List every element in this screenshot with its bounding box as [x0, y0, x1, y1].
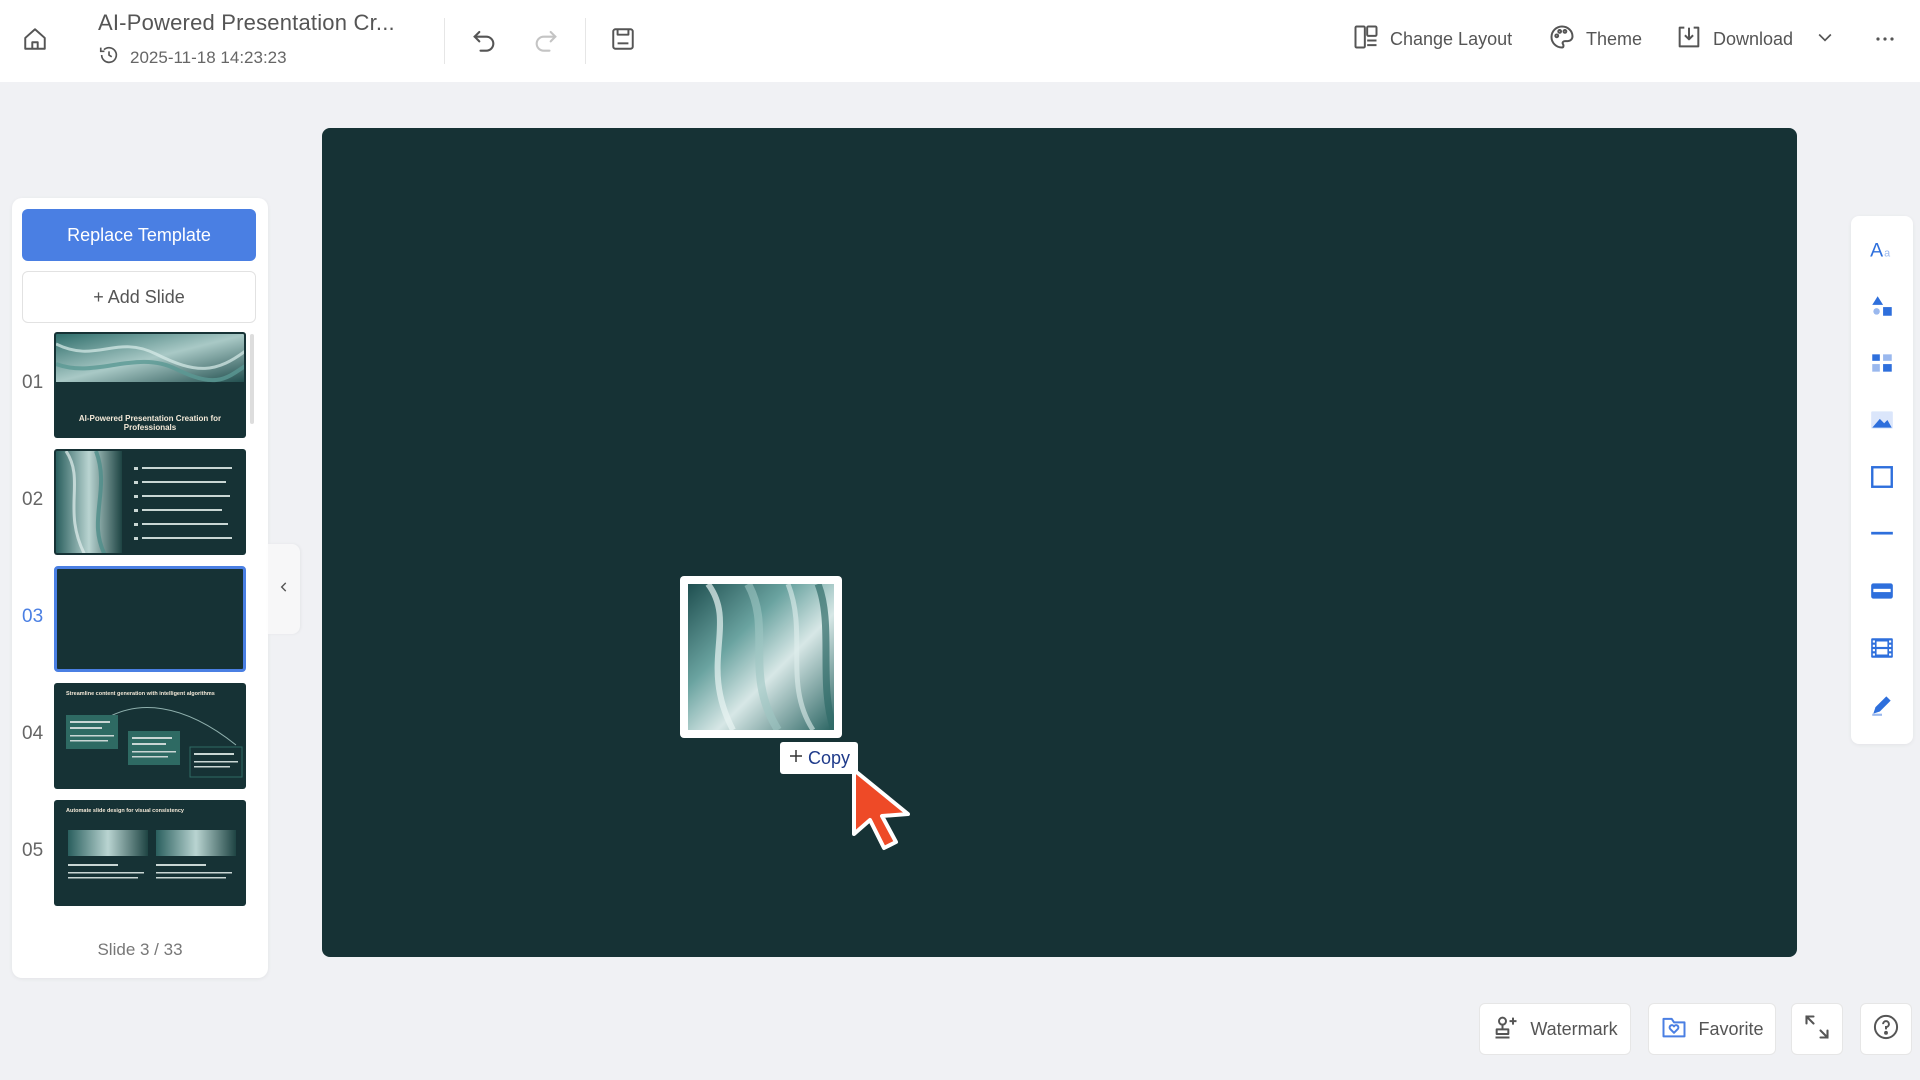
wave-image — [56, 451, 232, 553]
slide-thumbnail-item[interactable]: 02 — [12, 449, 268, 559]
slide-thumbnail-item[interactable]: 05 Automate slide design for visual cons… — [12, 800, 268, 910]
help-icon — [1872, 1013, 1900, 1046]
home-icon[interactable] — [20, 24, 50, 54]
help-button[interactable] — [1860, 1003, 1912, 1055]
layout-icon — [1352, 23, 1380, 56]
palette-icon — [1548, 23, 1576, 56]
slide-canvas[interactable]: Copy — [322, 128, 1797, 957]
top-bar: AI-Powered Presentation Cr... 2025-11-18… — [0, 0, 1920, 82]
watermark-button[interactable]: Watermark — [1479, 1003, 1631, 1055]
slide-number: 05 — [22, 840, 44, 861]
favorite-folder-icon — [1660, 1013, 1688, 1046]
document-timestamp: 2025-11-18 14:23:23 — [98, 44, 395, 71]
divider — [585, 18, 586, 64]
download-icon — [1675, 23, 1703, 56]
watermark-icon — [1492, 1013, 1520, 1046]
document-info: AI-Powered Presentation Cr... 2025-11-18… — [98, 10, 395, 71]
divider — [444, 18, 445, 64]
frame-icon[interactable] — [1867, 462, 1897, 492]
download-label: Download — [1713, 28, 1794, 49]
thumbnail-title: AI-Powered Presentation Creation for Pro… — [78, 414, 222, 432]
slide-thumbnail: Streamline content generation with intel… — [54, 683, 246, 789]
slide-count: Slide 3 / 33 — [97, 940, 183, 959]
change-layout-button[interactable]: Change Layout — [1352, 22, 1512, 56]
slide-number: 02 — [22, 489, 44, 510]
cursor-arrow-icon — [852, 768, 910, 850]
theme-button[interactable]: Theme — [1548, 22, 1642, 56]
document-title[interactable]: AI-Powered Presentation Cr... — [98, 10, 395, 36]
fullscreen-button[interactable] — [1791, 1003, 1843, 1055]
collapse-panel-button[interactable] — [268, 544, 300, 634]
add-slide-button[interactable]: + Add Slide — [22, 271, 256, 323]
slide-thumbnail — [54, 566, 246, 672]
svg-text:A: A — [1870, 240, 1883, 262]
wave-image — [68, 830, 236, 879]
slide-number: 04 — [22, 723, 44, 744]
line-icon[interactable] — [1867, 519, 1897, 549]
text-icon[interactable]: Aa — [1867, 234, 1897, 264]
slide-panel: Replace Template + Add Slide 01 AI-Power… — [12, 198, 268, 978]
wave-image — [688, 582, 838, 733]
image-icon[interactable] — [1867, 405, 1897, 435]
save-icon[interactable] — [606, 22, 640, 56]
slide-thumbnail: AI-Powered Presentation Creation for Pro… — [54, 332, 246, 438]
slide-thumbnail-item-active[interactable]: 03 — [12, 566, 268, 676]
favorite-label: Favorite — [1698, 1018, 1764, 1039]
favorite-button[interactable]: Favorite — [1648, 1003, 1776, 1055]
shapes-icon[interactable] — [1867, 291, 1897, 321]
theme-label: Theme — [1586, 28, 1643, 49]
timestamp-text: 2025-11-18 14:23:23 — [130, 47, 287, 67]
watermark-label: Watermark — [1530, 1018, 1618, 1039]
svg-text:a: a — [1884, 248, 1891, 260]
download-button[interactable]: Download — [1675, 22, 1835, 56]
draw-icon[interactable] — [1867, 690, 1897, 720]
slide-thumbnail: Automate slide design for visual consist… — [54, 800, 246, 906]
undo-icon[interactable] — [467, 22, 501, 56]
video-icon[interactable] — [1867, 633, 1897, 663]
dragged-image[interactable] — [680, 576, 842, 738]
slide-list-scrollbar[interactable] — [250, 334, 254, 424]
elements-icon[interactable] — [1867, 348, 1897, 378]
diagram-image — [66, 707, 243, 778]
slide-thumbnail-item[interactable]: 01 AI-Powered Presentation Creation for … — [12, 332, 268, 442]
slide-list: 01 AI-Powered Presentation Creation for … — [12, 332, 268, 914]
change-layout-label: Change Layout — [1390, 28, 1513, 49]
slide-number: 01 — [22, 372, 44, 393]
slide-thumbnail-item[interactable]: 04 Streamline content generation with in… — [12, 683, 268, 793]
copy-label: Copy — [808, 747, 851, 768]
chevron-down-icon — [1815, 27, 1835, 52]
plus-icon — [788, 748, 804, 769]
replace-template-button[interactable]: Replace Template — [22, 209, 256, 261]
redo-icon[interactable] — [529, 22, 563, 56]
fullscreen-icon — [1803, 1013, 1831, 1046]
slide-thumbnail — [54, 449, 246, 555]
more-icon[interactable] — [1868, 22, 1902, 56]
chevron-left-icon — [277, 580, 291, 599]
copy-drop-indicator: Copy — [780, 742, 859, 774]
table-icon[interactable] — [1867, 576, 1897, 606]
history-icon[interactable] — [98, 44, 120, 71]
slide-number: 03 — [22, 606, 44, 627]
insert-toolbar: Aa — [1851, 216, 1913, 744]
